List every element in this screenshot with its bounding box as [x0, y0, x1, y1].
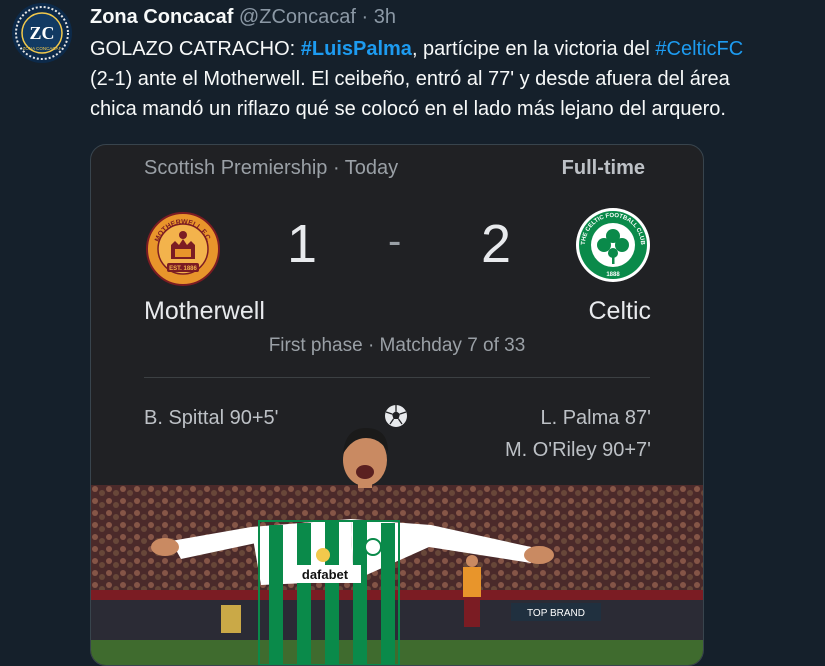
account-name[interactable]: Zona Concacaf	[90, 6, 233, 28]
hashtag-luispalma[interactable]: #LuisPalma	[301, 38, 412, 60]
match-phase: First phase · Matchday 7 of 33	[268, 335, 526, 356]
tweet-text: GOLAZO CATRACHO: #LuisPalma, partícipe e…	[90, 34, 825, 124]
avatar-subtext: ZONA CONCACAF	[23, 46, 62, 51]
tweet-line-1: GOLAZO CATRACHO: #LuisPalma, partícipe e…	[90, 34, 825, 64]
away-team-name: Celtic	[588, 297, 651, 325]
away-score: 2	[481, 214, 512, 274]
tweet-text-segment: , partícipe en la victoria del	[411, 38, 656, 60]
shirt-sponsor: dafabet	[302, 567, 349, 582]
card-divider	[144, 377, 650, 378]
tweet-time[interactable]: · 3h	[362, 6, 396, 28]
match-card-image[interactable]: Scottish Premiership · Today Full-time M…	[90, 144, 704, 666]
match-status: Full-time	[561, 157, 645, 179]
tweet-header: Zona Concacaf @ZConcacaf · 3h	[90, 6, 396, 29]
home-score: 1	[287, 214, 318, 274]
zona-concacaf-logo: ZC ZONA CONCACAF	[13, 4, 71, 62]
motherwell-crest-icon: MOTHERWELL F.C. EST. 1886	[145, 211, 221, 287]
motherwell-crest-year: EST. 1886	[169, 266, 197, 272]
tweet-line-3: chica mandó un riflazo qué se colocó en …	[90, 98, 726, 120]
away-scorer: L. Palma 87'	[540, 407, 651, 429]
home-team-name: Motherwell	[144, 297, 265, 325]
tweet-line-2: (2-1) ante el Motherwell. El ceibeño, en…	[90, 68, 730, 90]
tweet-text-segment: GOLAZO CATRACHO:	[90, 38, 301, 60]
account-handle[interactable]: @ZConcacaf	[239, 6, 356, 28]
celtic-crest-icon: THE CELTIC FOOTBALL CLUB 1888	[575, 207, 651, 283]
avatar-initials: ZC	[29, 23, 54, 43]
score-separator: -	[388, 219, 402, 263]
celtic-crest-year: 1888	[606, 272, 620, 278]
match-photo: TOP BRAND dafabet	[91, 485, 703, 665]
league-line: Scottish Premiership · Today	[144, 157, 399, 179]
away-scorer: M. O'Riley 90+7'	[504, 439, 651, 461]
ad-board-text: TOP BRAND	[527, 608, 585, 619]
hashtag-celticfc[interactable]: #CelticFC	[655, 38, 743, 60]
home-scorer: B. Spittal 90+5'	[144, 407, 279, 429]
player-head	[330, 424, 400, 488]
avatar[interactable]: ZC ZONA CONCACAF	[12, 3, 72, 63]
